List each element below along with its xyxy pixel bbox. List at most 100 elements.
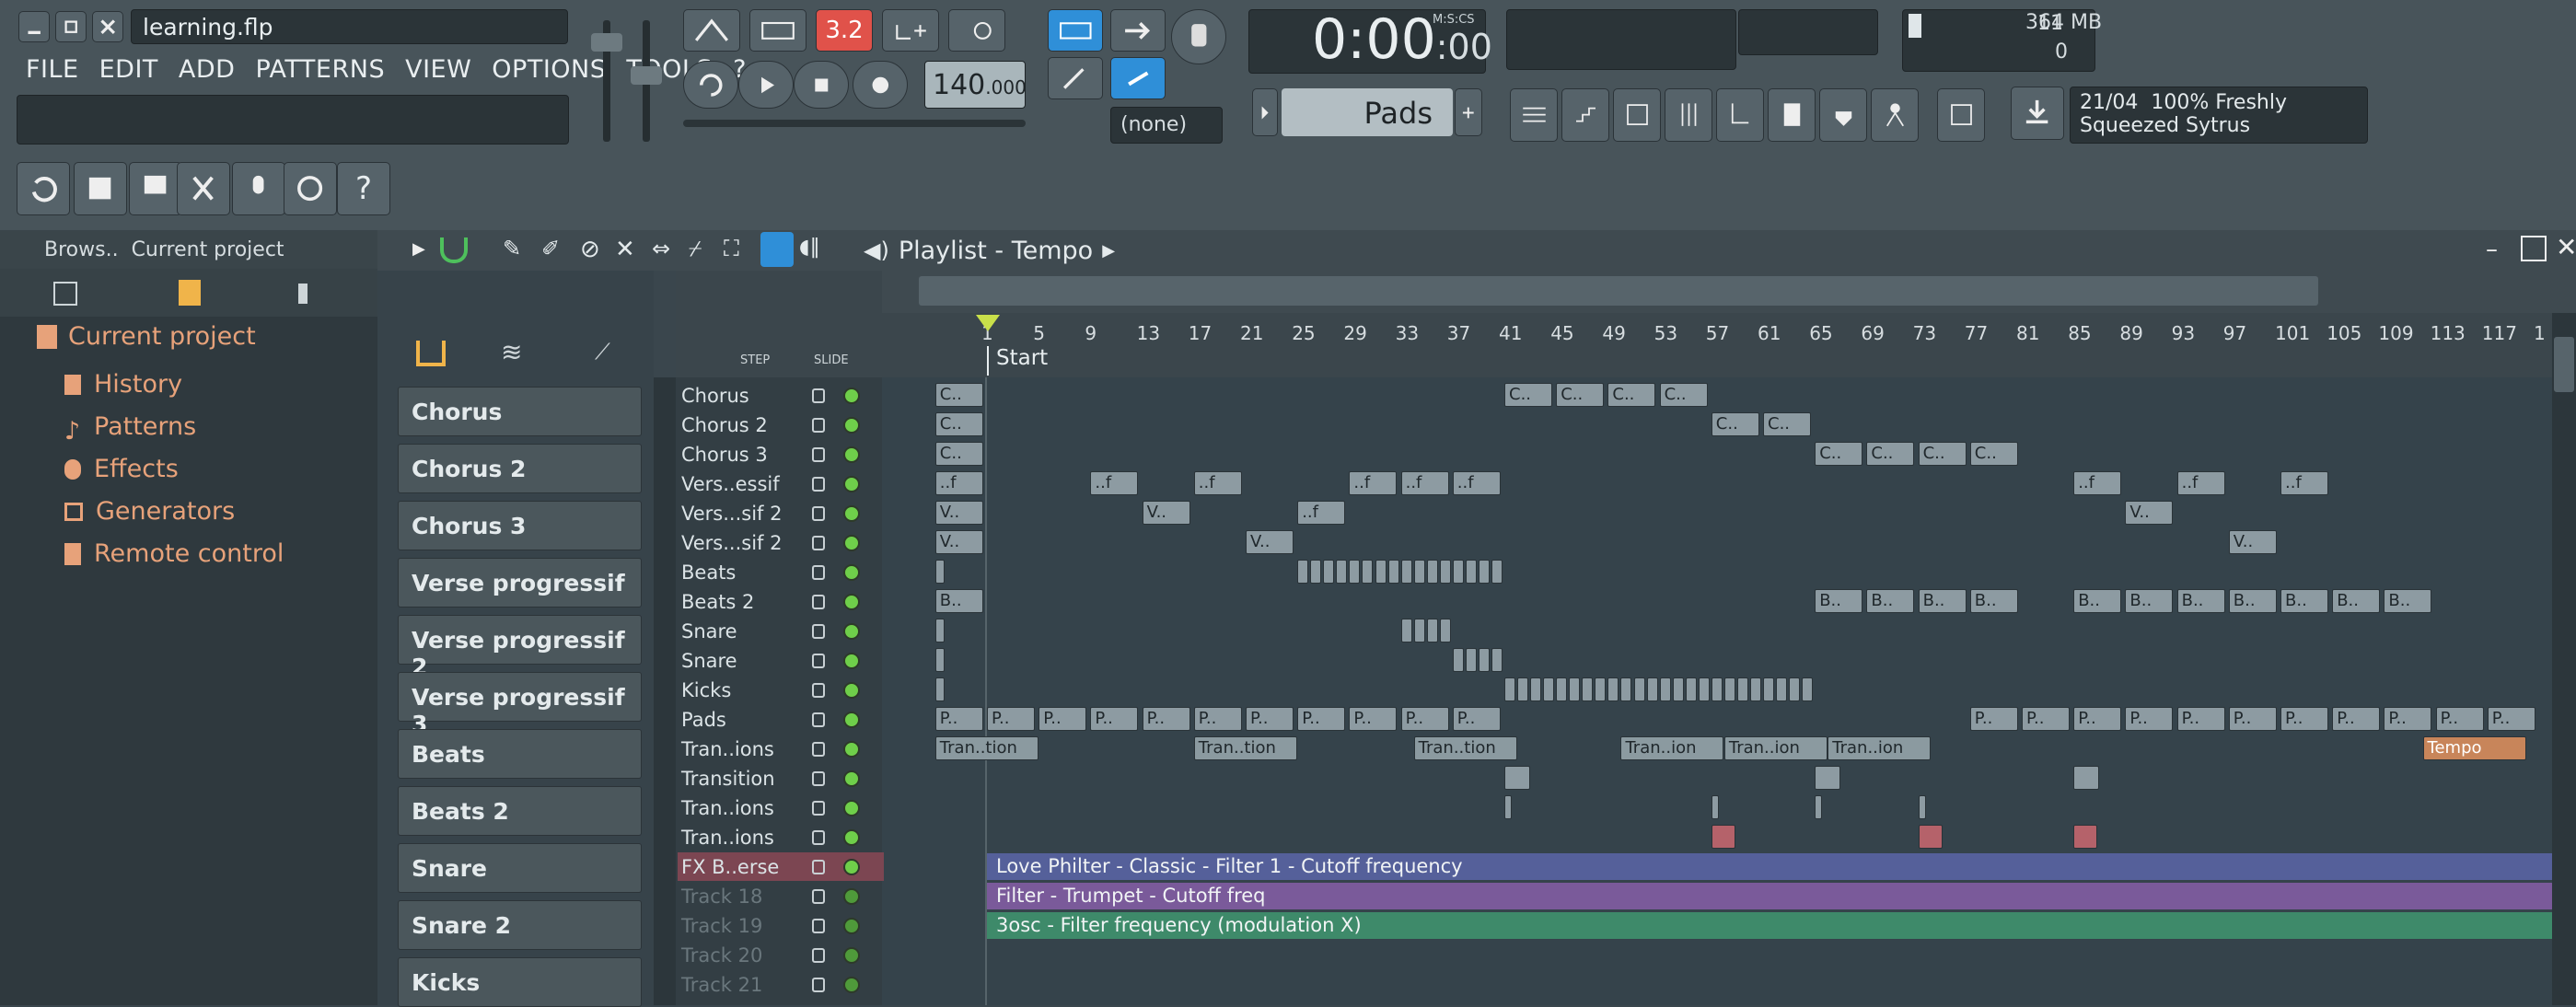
- pattern-clip[interactable]: C..: [934, 383, 983, 407]
- pattern-clip[interactable]: [2073, 825, 2098, 849]
- mute-tool-icon[interactable]: ✕: [615, 236, 650, 263]
- pattern-clip[interactable]: C..: [1815, 442, 1863, 466]
- channel-clip[interactable]: Beats 2: [398, 786, 642, 836]
- track-mute-led[interactable]: [843, 446, 860, 463]
- help-tutorial-icon[interactable]: [1871, 88, 1919, 142]
- pattern-clip[interactable]: [1465, 648, 1477, 672]
- track-mute-led[interactable]: [843, 476, 860, 492]
- pattern-clip[interactable]: P..: [1090, 707, 1139, 731]
- track-mute-led[interactable]: [843, 712, 860, 728]
- pattern-clip[interactable]: B..: [2332, 589, 2381, 613]
- save-new-version-icon[interactable]: [129, 162, 182, 215]
- pattern-clip[interactable]: P..: [2435, 707, 2484, 731]
- pattern-clip[interactable]: [1465, 560, 1477, 584]
- pattern-clip[interactable]: ..f: [1297, 501, 1346, 525]
- track-lock-icon[interactable]: [812, 860, 825, 874]
- pattern-clip[interactable]: Tran..ion: [1828, 736, 1932, 760]
- track-lock-icon[interactable]: [812, 919, 825, 933]
- pattern-clip[interactable]: [1543, 677, 1555, 701]
- close-button[interactable]: [92, 11, 123, 42]
- pattern-clip[interactable]: [1478, 648, 1490, 672]
- pattern-clip[interactable]: P..: [987, 707, 1035, 731]
- pattern-clip[interactable]: C..: [1607, 383, 1656, 407]
- track-mute-led[interactable]: [843, 977, 860, 993]
- track-lock-icon[interactable]: [812, 595, 825, 609]
- automation-clip[interactable]: Filter - Trumpet - Cutoff freq: [987, 883, 2552, 909]
- piano-roll-view-icon[interactable]: [1561, 88, 1609, 142]
- save-icon[interactable]: [74, 162, 127, 215]
- metronome-icon[interactable]: [683, 9, 740, 52]
- browser-subtitle[interactable]: Current project: [132, 238, 284, 261]
- download-news-icon[interactable]: [2011, 87, 2064, 140]
- pattern-clip[interactable]: P..: [2022, 707, 2070, 731]
- pattern-clip[interactable]: ..f: [2073, 471, 2122, 495]
- pattern-clip[interactable]: ..f: [1193, 471, 1242, 495]
- pattern-clip[interactable]: [1413, 560, 1425, 584]
- master-volume-handle[interactable]: [591, 33, 622, 52]
- pattern-clip[interactable]: [1607, 677, 1619, 701]
- playlist-title[interactable]: ◀) Playlist - Tempo ▶: [864, 234, 1115, 267]
- pattern-clip[interactable]: [934, 648, 945, 672]
- delete-tool-icon[interactable]: ⊘: [580, 236, 615, 263]
- vertical-scrollbar[interactable]: [2552, 313, 2576, 1005]
- pattern-clip[interactable]: [1491, 560, 1503, 584]
- pattern-clip[interactable]: [1375, 560, 1387, 584]
- pattern-clip[interactable]: Tran..tion: [1193, 736, 1297, 760]
- menu-add[interactable]: ADD: [179, 55, 236, 84]
- pattern-clip[interactable]: C..: [1763, 412, 1811, 436]
- track-lock-icon[interactable]: [812, 654, 825, 668]
- track-lock-icon[interactable]: [812, 830, 825, 845]
- pattern-clip[interactable]: [1698, 677, 1710, 701]
- channel-rack-view-icon[interactable]: [1613, 88, 1661, 142]
- track-lock-icon[interactable]: [812, 978, 825, 992]
- audio-tab-icon[interactable]: [298, 284, 326, 304]
- track-mute-led[interactable]: [843, 535, 860, 551]
- channel-clip[interactable]: Chorus 3: [398, 501, 642, 550]
- pattern-clip[interactable]: V..: [2125, 501, 2174, 525]
- pattern-clip[interactable]: Tran..tion: [934, 736, 1039, 760]
- scroll-thumb[interactable]: [919, 276, 2318, 306]
- track-lock-icon[interactable]: [812, 477, 825, 492]
- countdown-icon[interactable]: [882, 9, 939, 52]
- mixer-view-icon[interactable]: [1665, 88, 1712, 142]
- pattern-clip[interactable]: Tran..ion: [1620, 736, 1724, 760]
- cut-icon[interactable]: [177, 162, 230, 215]
- pattern-clip[interactable]: [1400, 560, 1412, 584]
- pattern-clip[interactable]: [1918, 795, 1926, 819]
- pattern-clip[interactable]: V..: [934, 501, 983, 525]
- vscroll-thumb[interactable]: [2554, 337, 2574, 392]
- pattern-clip[interactable]: B..: [1918, 589, 1967, 613]
- paint-tool-icon[interactable]: ✐: [541, 236, 576, 263]
- track-lock-icon[interactable]: [812, 948, 825, 963]
- pattern-clip[interactable]: [1659, 677, 1671, 701]
- playlist-maximize-button[interactable]: [2521, 236, 2547, 261]
- track-mute-led[interactable]: [843, 741, 860, 758]
- pattern-clip[interactable]: [1530, 677, 1542, 701]
- pattern-clip[interactable]: [1633, 677, 1645, 701]
- channel-clip[interactable]: Verse progressif 3: [398, 672, 642, 737]
- pattern-clip[interactable]: [934, 677, 945, 701]
- menu-options[interactable]: OPTIONS: [492, 55, 606, 84]
- menu-patterns[interactable]: PATTERNS: [255, 55, 385, 84]
- pattern-clip[interactable]: [1362, 560, 1374, 584]
- pattern-clip[interactable]: V..: [934, 530, 983, 554]
- audio-record-icon[interactable]: [232, 162, 285, 215]
- pattern-clip[interactable]: [1776, 677, 1788, 701]
- slice-tool-icon[interactable]: ⌿: [689, 236, 724, 263]
- pattern-clip[interactable]: [1504, 766, 1530, 790]
- track-lock-icon[interactable]: [812, 506, 825, 521]
- start-marker[interactable]: Start: [987, 346, 1048, 376]
- stop-button[interactable]: [794, 61, 849, 109]
- pattern-clip[interactable]: [1439, 619, 1451, 642]
- track-lock-icon[interactable]: [812, 388, 825, 403]
- playlist-close-button[interactable]: ✕: [2556, 232, 2576, 262]
- track-lock-icon[interactable]: [812, 683, 825, 698]
- pattern-clip[interactable]: [1349, 560, 1361, 584]
- tempo-display[interactable]: 140.000: [924, 61, 1027, 109]
- pattern-clip[interactable]: [1815, 795, 1823, 819]
- pattern-clip[interactable]: P..: [1193, 707, 1242, 731]
- pattern-clip[interactable]: B..: [2125, 589, 2174, 613]
- channel-clip[interactable]: Kicks: [398, 957, 642, 1007]
- track-mute-led[interactable]: [843, 388, 860, 404]
- tree-root[interactable]: Current project: [37, 322, 256, 351]
